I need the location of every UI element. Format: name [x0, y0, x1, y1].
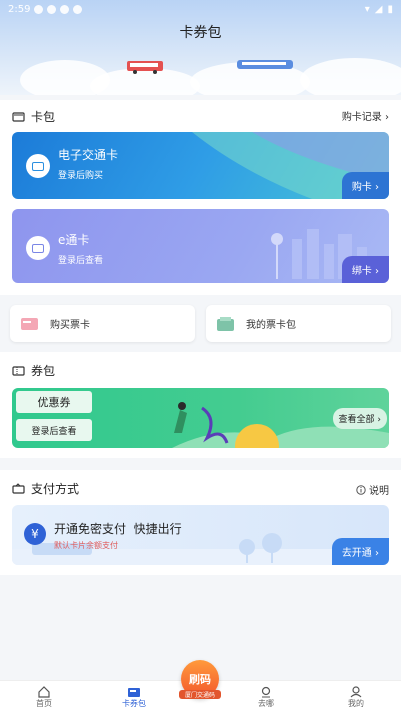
buy-ticket-card-button[interactable]: 购买票卡: [10, 305, 195, 342]
login-to-view-label: 登录后查看: [31, 426, 77, 437]
tab-wallet[interactable]: 卡券包: [104, 681, 164, 713]
purchase-record-label: 购卡记录: [341, 112, 382, 123]
scan-code-sub-label: 厦门交通码: [179, 690, 221, 699]
location-icon: [261, 686, 271, 698]
notification-icon: [73, 4, 83, 14]
e-card[interactable]: e通卡 登录后查看 绑卡 ›: [12, 209, 389, 283]
coupon-banner[interactable]: 优惠券 登录后查看 查看全部 ›: [12, 388, 389, 448]
tab-mine[interactable]: 我的: [326, 681, 386, 713]
enable-payment-button[interactable]: 去开通 ›: [331, 538, 389, 565]
view-all-button[interactable]: 查看全部 ›: [332, 408, 387, 429]
bus-illustration: [127, 61, 163, 74]
scan-code-label: 刷码: [189, 673, 211, 686]
train-illustration: [237, 60, 293, 69]
coupon-label: 优惠券: [37, 396, 71, 409]
payment-header: 支付方式: [12, 480, 79, 497]
electronic-traffic-card[interactable]: 电子交通卡 登录后购买 购卡 ›: [12, 132, 389, 199]
payment-title: 支付方式: [31, 482, 80, 496]
notification-icon: [60, 4, 70, 14]
card-icon: [26, 154, 50, 178]
notification-icon: [34, 4, 44, 14]
page-title: 卡券包: [179, 25, 222, 41]
card-name: 电子交通卡: [58, 148, 119, 162]
tab-wallet-label: 卡券包: [122, 699, 146, 708]
notification-icon: [47, 4, 57, 14]
buy-ticket-card-label: 购买票卡: [50, 320, 90, 331]
yen-icon: ¥: [24, 523, 46, 545]
my-ticket-wallet-label: 我的票卡包: [246, 320, 296, 331]
tab-mine-label: 我的: [348, 699, 364, 708]
tab-nearby[interactable]: 去哪: [236, 681, 296, 713]
battery-icon: ▮: [387, 3, 393, 15]
buy-card-label: 购卡: [351, 182, 372, 193]
payment-headline: 开通免密支付 快捷出行: [54, 522, 182, 536]
payment-help-link[interactable]: 说明: [356, 482, 389, 497]
my-ticket-wallet-button[interactable]: 我的票卡包: [206, 305, 391, 342]
card-wallet-title: 卡包: [31, 110, 56, 124]
card-icon: [26, 236, 50, 260]
purchase-record-link[interactable]: 购卡记录 ›: [342, 108, 389, 123]
ticket-wallet-icon: [217, 316, 234, 331]
info-icon: [356, 484, 366, 495]
card-name: e通卡: [58, 233, 90, 247]
payment-section: 支付方式 说明 ¥ 开通免密支付 快捷出行 默认卡片余额支付 去开通 ›: [0, 470, 401, 575]
coupon-icon: [12, 366, 25, 376]
card-wave-decoration: [192, 132, 389, 199]
payment-help-label: 说明: [369, 486, 389, 497]
wallet-tab-icon: [128, 688, 140, 697]
coupon-wallet-header: 券包: [12, 362, 55, 379]
tab-nearby-label: 去哪: [258, 699, 274, 708]
buy-card-button[interactable]: 购卡 ›: [341, 172, 389, 199]
coupon-wallet-section: 券包 优惠券 登录后查看 查看全部 ›: [0, 352, 401, 458]
card-wallet-section: 卡包 购卡记录 › 电子交通卡 登录后购买 购卡 › e通卡 登录后查看 绑卡 …: [0, 100, 401, 295]
tab-home-label: 首页: [36, 699, 52, 708]
bind-card-label: 绑卡: [351, 266, 372, 277]
card-subtitle: 登录后购买: [58, 171, 104, 181]
status-time: 2:59: [8, 3, 31, 15]
signal-icon: ◢: [374, 3, 383, 15]
card-wallet-header: 卡包: [12, 108, 55, 125]
payment-subtitle: 默认卡片余额支付: [54, 541, 118, 550]
tab-home[interactable]: 首页: [14, 681, 74, 713]
wallet-icon: [12, 112, 25, 122]
home-icon: [38, 686, 50, 698]
ticket-card-icon: [21, 317, 38, 330]
bind-card-button[interactable]: 绑卡 ›: [341, 256, 389, 283]
status-bar: 2:59 ▾ ◢ ▮: [0, 0, 401, 18]
payment-icon: [12, 483, 25, 494]
wifi-icon: ▾: [364, 3, 370, 15]
card-subtitle: 登录后查看: [58, 256, 104, 266]
login-to-view-box: 登录后查看: [16, 419, 92, 441]
payment-banner[interactable]: ¥ 开通免密支付 快捷出行 默认卡片余额支付 去开通 ›: [12, 505, 389, 565]
user-icon: [350, 686, 362, 698]
coupon-label-box: 优惠券: [16, 391, 92, 413]
enable-payment-label: 去开通: [341, 548, 372, 559]
coupon-wallet-title: 券包: [31, 364, 56, 378]
view-all-label: 查看全部: [338, 415, 375, 425]
chevron-right-icon: ›: [385, 112, 389, 123]
